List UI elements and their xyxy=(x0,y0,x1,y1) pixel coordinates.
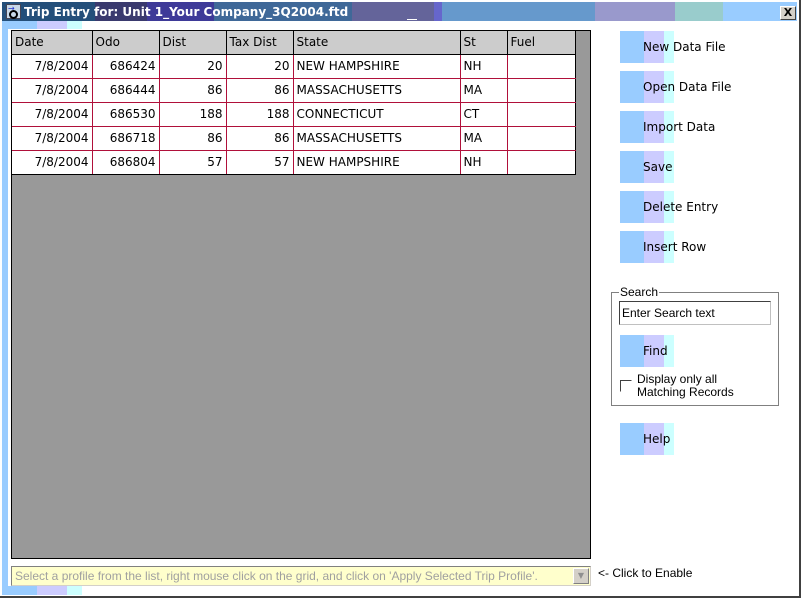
left-decor-strip xyxy=(2,21,8,595)
help-label: Help xyxy=(643,432,671,446)
import-data-label: Import Data xyxy=(643,120,716,134)
click-to-enable-label[interactable]: <- Click to Enable xyxy=(598,566,692,580)
open-data-file-button[interactable]: Open Data File xyxy=(620,71,731,103)
column-header-state[interactable]: State xyxy=(293,31,461,55)
cell-state[interactable]: MASSACHUSETTS xyxy=(293,126,461,151)
column-header-tax-dist[interactable]: Tax Dist xyxy=(226,31,294,55)
find-button[interactable]: Find xyxy=(620,335,674,367)
trip-entry-window: → Trip Entry for: Unit 1_Your Company_3Q… xyxy=(0,0,801,598)
cell-tax-dist[interactable]: 188 xyxy=(226,102,294,127)
cell-fuel[interactable] xyxy=(507,54,576,79)
new-data-file-button[interactable]: New Data File xyxy=(620,31,726,63)
cell-dist[interactable]: 188 xyxy=(159,102,227,127)
close-icon: X xyxy=(783,6,793,19)
matching-records-checkbox[interactable] xyxy=(620,380,632,392)
cell-odo[interactable]: 686804 xyxy=(92,150,160,175)
cell-st[interactable]: NH xyxy=(460,54,508,79)
close-button[interactable]: X xyxy=(780,6,796,20)
dropdown-arrow-icon[interactable]: ▼ xyxy=(573,568,589,584)
find-label: Find xyxy=(643,344,668,358)
trip-table: Date Odo Dist Tax Dist State St Fuel 7/8… xyxy=(12,31,576,175)
cell-fuel[interactable] xyxy=(507,102,576,127)
cell-st[interactable]: MA xyxy=(460,126,508,151)
cell-tax-dist[interactable]: 20 xyxy=(226,54,294,79)
cell-dist[interactable]: 86 xyxy=(159,78,227,103)
cell-odo[interactable]: 686444 xyxy=(92,78,160,103)
column-header-dist[interactable]: Dist xyxy=(159,31,227,55)
cell-dist[interactable]: 57 xyxy=(159,150,227,175)
cell-date[interactable]: 7/8/2004 xyxy=(12,78,93,103)
grid-header-row: Date Odo Dist Tax Dist State St Fuel xyxy=(12,31,576,55)
search-input[interactable] xyxy=(619,301,771,325)
cell-st[interactable]: NH xyxy=(460,150,508,175)
top-decor-band xyxy=(2,21,82,29)
search-group-label: Search xyxy=(619,285,660,299)
title-divider xyxy=(407,19,417,20)
insert-row-label: Insert Row xyxy=(643,240,707,254)
column-header-odo[interactable]: Odo xyxy=(92,31,160,55)
trip-profile-dropdown[interactable]: Select a profile from the list, right mo… xyxy=(11,566,591,586)
cell-st[interactable]: CT xyxy=(460,102,508,127)
cell-odo[interactable]: 686718 xyxy=(92,126,160,151)
cell-fuel[interactable] xyxy=(507,150,576,175)
table-row[interactable]: 7/8/2004 686424 20 20 NEW HAMPSHIRE NH xyxy=(12,54,576,79)
app-icon: → xyxy=(6,4,21,19)
title-bar[interactable]: → Trip Entry for: Unit 1_Your Company_3Q… xyxy=(2,2,797,21)
window-title: Trip Entry for: Unit 1_Your Company_3Q20… xyxy=(24,5,349,19)
cell-fuel[interactable] xyxy=(507,126,576,151)
cell-date[interactable]: 7/8/2004 xyxy=(12,102,93,127)
table-row[interactable]: 7/8/2004 686718 86 86 MASSACHUSETTS MA xyxy=(12,126,576,151)
matching-records-label[interactable]: Display only all Matching Records xyxy=(637,373,767,399)
cell-state[interactable]: NEW HAMPSHIRE xyxy=(293,54,461,79)
cell-dist[interactable]: 20 xyxy=(159,54,227,79)
table-row[interactable]: 7/8/2004 686444 86 86 MASSACHUSETTS MA xyxy=(12,78,576,103)
cell-tax-dist[interactable]: 57 xyxy=(226,150,294,175)
cell-date[interactable]: 7/8/2004 xyxy=(12,126,93,151)
cell-state[interactable]: CONNECTICUT xyxy=(293,102,461,127)
insert-row-button[interactable]: Insert Row xyxy=(620,231,706,263)
import-data-button[interactable]: Import Data xyxy=(620,111,715,143)
open-data-file-label: Open Data File xyxy=(643,80,732,94)
bottom-decor-band xyxy=(2,586,82,595)
cell-state[interactable]: MASSACHUSETTS xyxy=(293,78,461,103)
cell-odo[interactable]: 686424 xyxy=(92,54,160,79)
cell-st[interactable]: MA xyxy=(460,78,508,103)
cell-date[interactable]: 7/8/2004 xyxy=(12,150,93,175)
cell-dist[interactable]: 86 xyxy=(159,126,227,151)
save-label: Save xyxy=(643,160,673,174)
cell-odo[interactable]: 686530 xyxy=(92,102,160,127)
cell-state[interactable]: NEW HAMPSHIRE xyxy=(293,150,461,175)
cell-tax-dist[interactable]: 86 xyxy=(226,78,294,103)
new-data-file-label: New Data File xyxy=(643,40,726,54)
delete-entry-button[interactable]: Delete Entry xyxy=(620,191,718,223)
table-row[interactable]: 7/8/2004 686530 188 188 CONNECTICUT CT xyxy=(12,102,576,127)
column-header-st[interactable]: St xyxy=(460,31,508,55)
trip-grid[interactable]: Date Odo Dist Tax Dist State St Fuel 7/8… xyxy=(11,30,591,559)
help-button[interactable]: Help xyxy=(620,423,674,455)
trip-profile-text: Select a profile from the list, right mo… xyxy=(15,569,538,583)
column-header-date[interactable]: Date xyxy=(12,31,93,55)
save-button[interactable]: Save xyxy=(620,151,674,183)
cell-fuel[interactable] xyxy=(507,78,576,103)
cell-date[interactable]: 7/8/2004 xyxy=(12,54,93,79)
table-row[interactable]: 7/8/2004 686804 57 57 NEW HAMPSHIRE NH xyxy=(12,150,576,175)
column-header-fuel[interactable]: Fuel xyxy=(507,31,576,55)
delete-entry-label: Delete Entry xyxy=(643,200,719,214)
cell-tax-dist[interactable]: 86 xyxy=(226,126,294,151)
